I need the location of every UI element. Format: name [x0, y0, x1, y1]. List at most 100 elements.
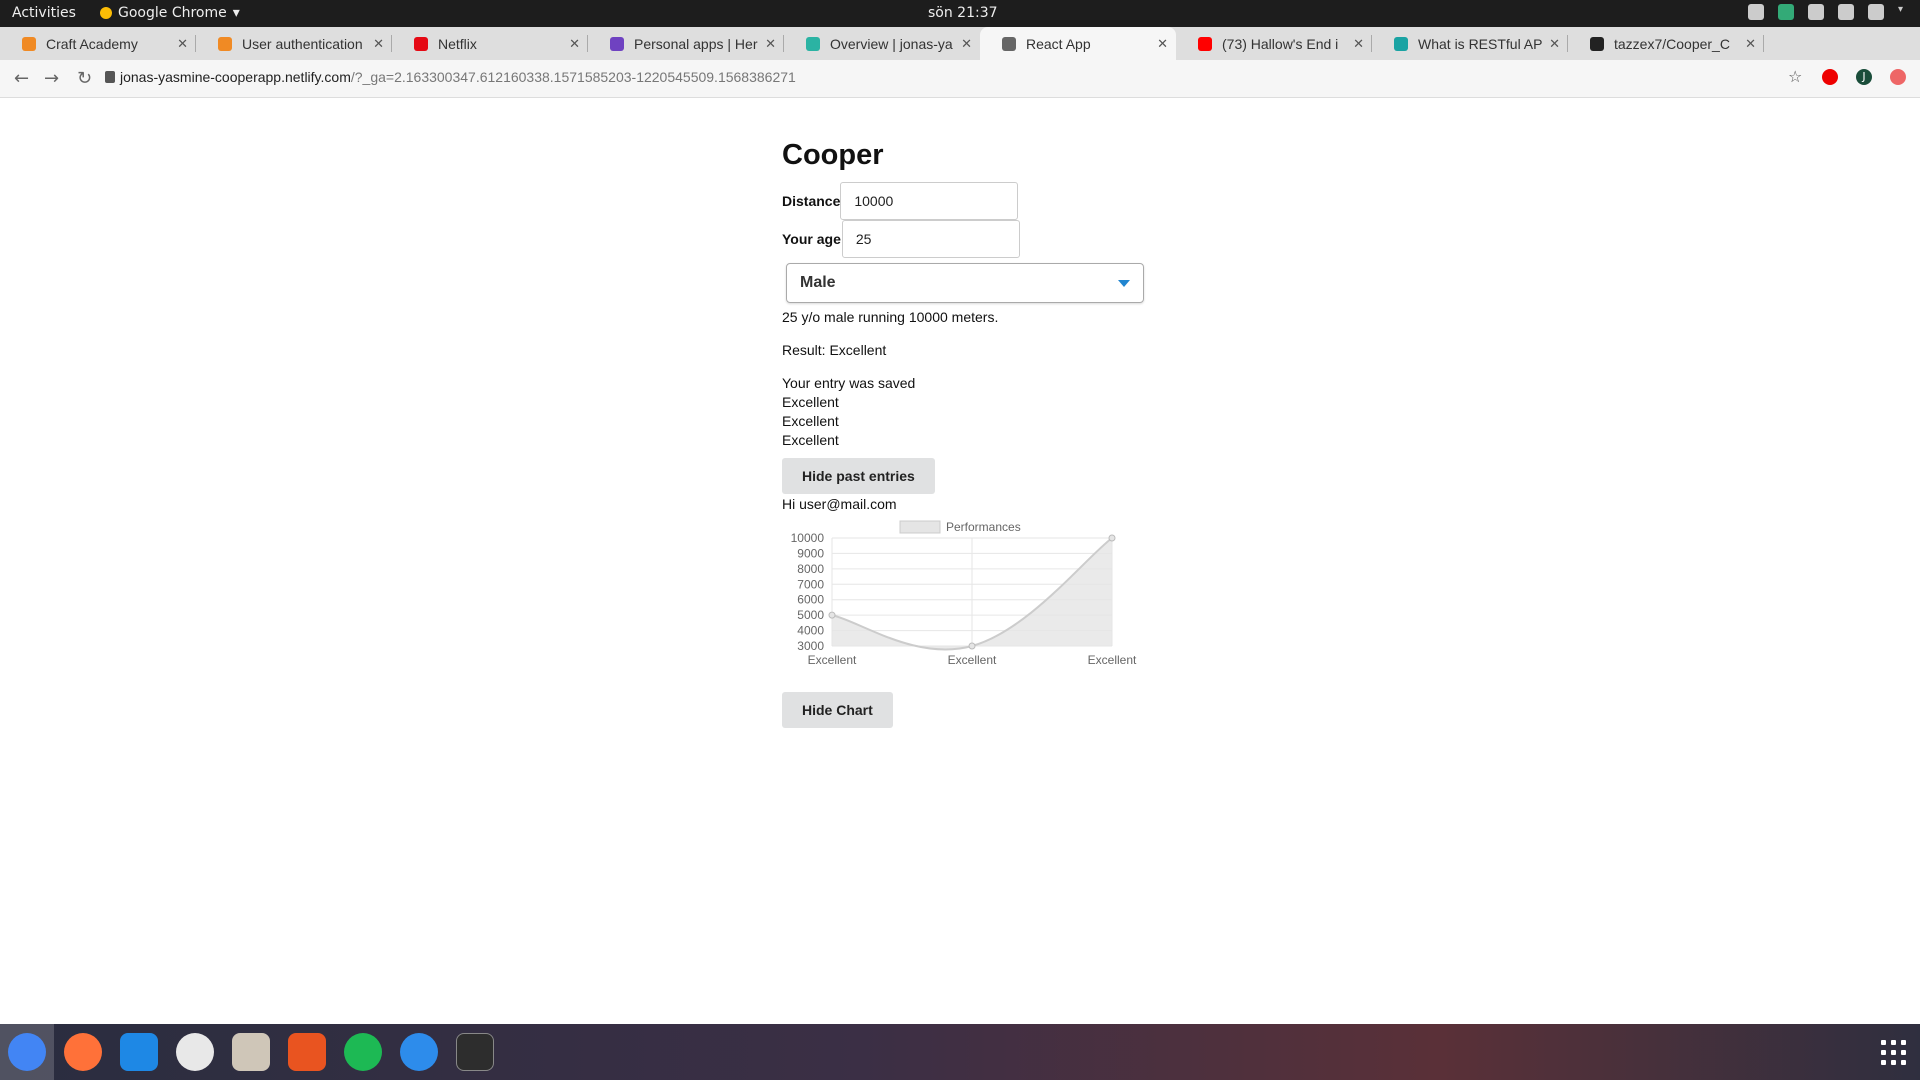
tab-separator	[1763, 35, 1764, 52]
list-item: Excellent	[782, 394, 839, 410]
vscode-icon[interactable]	[120, 1033, 158, 1071]
gender-selected-value: Male	[800, 274, 836, 291]
battery-icon[interactable]	[1868, 4, 1884, 20]
distance-label: Distance	[782, 193, 841, 209]
terminal-icon[interactable]	[456, 1033, 494, 1071]
extension-icon-2[interactable]	[1890, 69, 1906, 85]
tab-2[interactable]: Netflix ✕	[392, 27, 588, 60]
firefox-icon[interactable]	[64, 1033, 102, 1071]
close-tab-icon[interactable]: ✕	[765, 36, 776, 52]
performance-chart: Performances 10000 9000 8000 7000 6000 5000 400…	[782, 518, 1152, 688]
y-tick-label: 5000	[797, 608, 824, 622]
tab-favicon-icon	[610, 36, 624, 51]
data-point	[828, 611, 836, 619]
tab-title: tazzex7/Cooper_C	[1614, 35, 1730, 52]
greeting-text: Hi user@mail.com	[782, 496, 897, 512]
x-tick-label: Excellent	[808, 653, 857, 667]
volume-icon[interactable]	[1838, 4, 1854, 20]
distance-row: Distance	[782, 182, 1182, 220]
tab-1[interactable]: User authentication ✕	[196, 27, 392, 60]
tab-favicon-icon	[22, 36, 36, 51]
data-point	[1108, 534, 1116, 542]
software-center-icon[interactable]	[288, 1033, 326, 1071]
legend-label: Performances	[946, 520, 1021, 534]
tab-title: What is RESTful AP	[1418, 35, 1543, 52]
close-tab-icon[interactable]: ✕	[373, 36, 384, 52]
hide-past-entries-button[interactable]: Hide past entries	[782, 458, 935, 494]
back-icon[interactable]: ←	[14, 68, 29, 89]
tab-7[interactable]: What is RESTful AP ✕	[1372, 27, 1568, 60]
close-tab-icon[interactable]: ✕	[961, 36, 972, 52]
chrome-icon	[100, 7, 112, 19]
tab-title: React App	[1026, 35, 1091, 52]
close-tab-icon[interactable]: ✕	[569, 36, 580, 52]
y-tick-label: 4000	[797, 624, 824, 638]
age-label: Your age	[782, 231, 841, 247]
files-icon[interactable]	[232, 1033, 270, 1071]
age-input[interactable]	[841, 220, 1020, 258]
toolbar-actions: ☆ J	[1788, 69, 1906, 85]
lock-icon	[105, 71, 115, 83]
distance-input[interactable]	[840, 182, 1019, 220]
show-applications-icon[interactable]	[1881, 1040, 1906, 1065]
tab-title: User authentication	[242, 35, 363, 52]
tab-title: Overview | jonas-ya	[830, 35, 953, 52]
address-bar[interactable]: jonas-yasmine-cooperapp.netlify.com/?_ga…	[120, 69, 796, 85]
wifi-icon[interactable]	[1808, 4, 1824, 20]
entries-list: Excellent Excellent Excellent	[782, 393, 1182, 450]
simplenote-icon[interactable]	[400, 1033, 438, 1071]
tab-5[interactable]: React App ✕	[980, 27, 1176, 60]
tab-favicon-icon	[1002, 36, 1016, 51]
hide-chart-button[interactable]: Hide Chart	[782, 692, 893, 728]
system-tray[interactable]: ▾	[1748, 4, 1908, 20]
data-point	[968, 642, 976, 650]
y-tick-label: 10000	[791, 531, 825, 545]
browser-toolbar: ← → ↻ jonas-yasmine-cooperapp.netlify.co…	[0, 60, 1920, 98]
tab-title: Netflix	[438, 35, 477, 52]
slack-tray-icon[interactable]	[1748, 4, 1764, 20]
tab-title: Personal apps | Her	[634, 35, 758, 52]
list-item: Excellent	[782, 432, 839, 448]
tab-favicon-icon	[218, 36, 232, 51]
forward-icon[interactable]: →	[44, 68, 59, 89]
saved-message: Your entry was saved	[782, 375, 916, 391]
chevron-down-icon[interactable]: ▾	[1898, 4, 1908, 20]
activities-button[interactable]: Activities	[12, 5, 76, 21]
tab-6[interactable]: (73) Hallow's End i ✕	[1176, 27, 1372, 60]
app-menu[interactable]: Google Chrome ▾	[100, 5, 240, 21]
dropdown-caret-icon	[1118, 279, 1130, 287]
page-title: Cooper	[782, 139, 884, 171]
close-tab-icon[interactable]: ✕	[1157, 36, 1168, 52]
tab-3[interactable]: Personal apps | Her ✕	[588, 27, 784, 60]
legend-swatch	[899, 520, 941, 534]
extension-icon[interactable]	[1822, 69, 1838, 85]
slack-icon[interactable]	[176, 1033, 214, 1071]
close-tab-icon[interactable]: ✕	[1549, 36, 1560, 52]
age-row: Your age	[782, 220, 1182, 258]
app-name: Google Chrome	[118, 5, 227, 21]
y-tick-label: 8000	[797, 562, 824, 576]
tab-4[interactable]: Overview | jonas-ya ✕	[784, 27, 980, 60]
tab-title: Craft Academy	[46, 35, 138, 52]
url-host: jonas-yasmine-cooperapp.netlify.com	[120, 69, 351, 85]
tab-favicon-icon	[806, 36, 820, 51]
spotify-icon[interactable]	[344, 1033, 382, 1071]
close-tab-icon[interactable]: ✕	[177, 36, 188, 52]
tab-8[interactable]: tazzex7/Cooper_C ✕	[1568, 27, 1764, 60]
tab-favicon-icon	[1590, 36, 1604, 51]
y-tick-label: 6000	[797, 593, 824, 607]
reload-icon[interactable]: ↻	[77, 68, 92, 89]
close-tab-icon[interactable]: ✕	[1745, 36, 1756, 52]
tab-title: (73) Hallow's End i	[1222, 35, 1339, 52]
bookmark-star-icon[interactable]: ☆	[1788, 69, 1804, 85]
profile-avatar[interactable]: J	[1856, 69, 1872, 85]
dock	[0, 1024, 1920, 1080]
clock[interactable]: sön 21:37	[928, 5, 998, 21]
shield-icon[interactable]	[1778, 4, 1794, 20]
chrome-icon[interactable]	[8, 1033, 46, 1071]
close-tab-icon[interactable]: ✕	[1353, 36, 1364, 52]
summary-text: 25 y/o male running 10000 meters.	[782, 309, 999, 325]
gender-select[interactable]: Male	[786, 263, 1144, 303]
tab-0[interactable]: Craft Academy ✕	[0, 27, 196, 60]
x-tick-label: Excellent	[1088, 653, 1137, 667]
